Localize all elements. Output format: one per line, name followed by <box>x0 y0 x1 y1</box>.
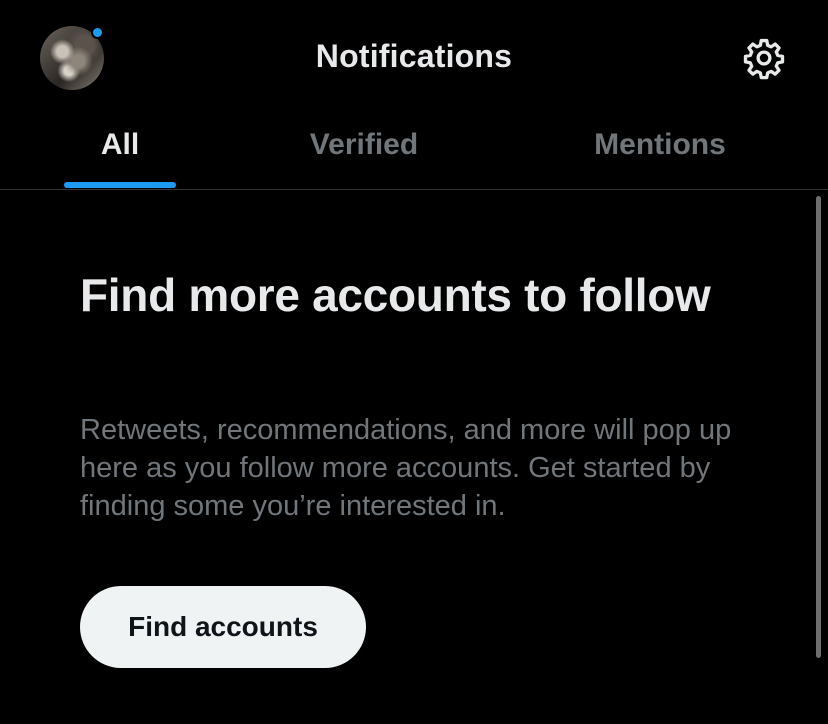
notification-tabs: All Verified Mentions <box>0 118 828 190</box>
scrollbar[interactable] <box>816 196 821 658</box>
notifications-header: Notifications All Verified Mentions <box>0 0 828 190</box>
find-accounts-button[interactable]: Find accounts <box>80 586 366 668</box>
empty-state-title: Find more accounts to follow <box>80 269 711 321</box>
empty-state-description: Retweets, recommendations, and more will… <box>80 414 732 522</box>
tab-verified[interactable]: Verified <box>280 128 448 162</box>
settings-button[interactable] <box>741 35 787 81</box>
gear-icon <box>743 38 785 80</box>
active-tab-indicator <box>64 182 176 188</box>
page-title: Notifications <box>315 38 513 74</box>
tab-all[interactable]: All <box>64 128 176 162</box>
tab-mentions[interactable]: Mentions <box>570 128 750 162</box>
notifications-empty-state: Find more accounts to follow Retweets, r… <box>0 191 828 724</box>
